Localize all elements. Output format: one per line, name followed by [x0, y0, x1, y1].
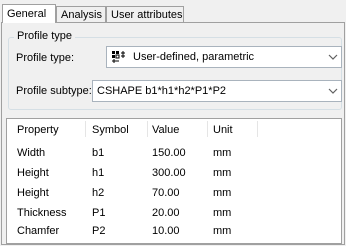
- table-row[interactable]: Width b1 150.00 mm: [7, 145, 341, 165]
- cell-symbol: P1: [92, 207, 106, 219]
- cell-unit: mm: [213, 187, 232, 199]
- tab-analysis[interactable]: Analysis: [56, 6, 106, 22]
- table-row[interactable]: Thickness P1 20.00 mm: [7, 205, 341, 225]
- profile-type-label: Profile type:: [16, 52, 75, 64]
- table-row[interactable]: Chamfer P2 10.00 mm: [7, 223, 341, 243]
- table-row[interactable]: Height h1 300.00 mm: [7, 165, 341, 185]
- cell-unit: mm: [213, 225, 232, 237]
- column-divider: [207, 121, 208, 137]
- cell-property: Chamfer: [17, 225, 60, 237]
- cell-symbol: h1: [92, 167, 105, 179]
- cell-property: Height: [17, 167, 49, 179]
- cell-symbol: P2: [92, 225, 106, 237]
- properties-table-header: Property Symbol Value Unit: [7, 119, 341, 141]
- column-header-symbol[interactable]: Symbol: [92, 124, 129, 136]
- cell-value: 70.00: [152, 187, 180, 199]
- column-divider: [85, 121, 86, 137]
- tab-general[interactable]: General: [2, 4, 56, 23]
- profile-subtype-dropdown[interactable]: CSHAPE b1*h1*h2*P1*P2: [92, 80, 342, 102]
- parametric-profile-icon: [111, 50, 127, 64]
- profile-type-group-legend: Profile type: [14, 30, 76, 42]
- chevron-down-icon[interactable]: [325, 81, 341, 101]
- profile-subtype-label: Profile subtype:: [16, 85, 92, 97]
- cell-value: 150.00: [152, 147, 186, 159]
- cell-property: Height: [17, 187, 49, 199]
- tab-user-attributes[interactable]: User attributes: [106, 6, 184, 22]
- cell-property: Thickness: [17, 207, 67, 219]
- cell-value: 20.00: [152, 207, 180, 219]
- cell-symbol: b1: [92, 147, 105, 159]
- column-divider: [147, 121, 148, 137]
- cell-unit: mm: [213, 207, 232, 219]
- cell-value: 10.00: [152, 225, 180, 237]
- cell-property: Width: [17, 147, 46, 159]
- profile-subtype-value: CSHAPE b1*h1*h2*P1*P2: [97, 85, 227, 97]
- column-header-property[interactable]: Property: [17, 124, 59, 136]
- cell-value: 300.00: [152, 167, 186, 179]
- cell-unit: mm: [213, 167, 232, 179]
- cell-symbol: h2: [92, 187, 105, 199]
- profile-type-value: User-defined, parametric: [133, 51, 255, 63]
- table-row[interactable]: Height h2 70.00 mm: [7, 185, 341, 205]
- cell-unit: mm: [213, 147, 232, 159]
- column-header-unit[interactable]: Unit: [213, 124, 233, 136]
- column-divider: [257, 121, 258, 137]
- properties-table: Property Symbol Value Unit Width b1 150.…: [6, 118, 342, 244]
- chevron-down-icon[interactable]: [325, 47, 341, 67]
- profile-type-dropdown[interactable]: User-defined, parametric: [106, 46, 342, 68]
- column-header-value[interactable]: Value: [152, 124, 179, 136]
